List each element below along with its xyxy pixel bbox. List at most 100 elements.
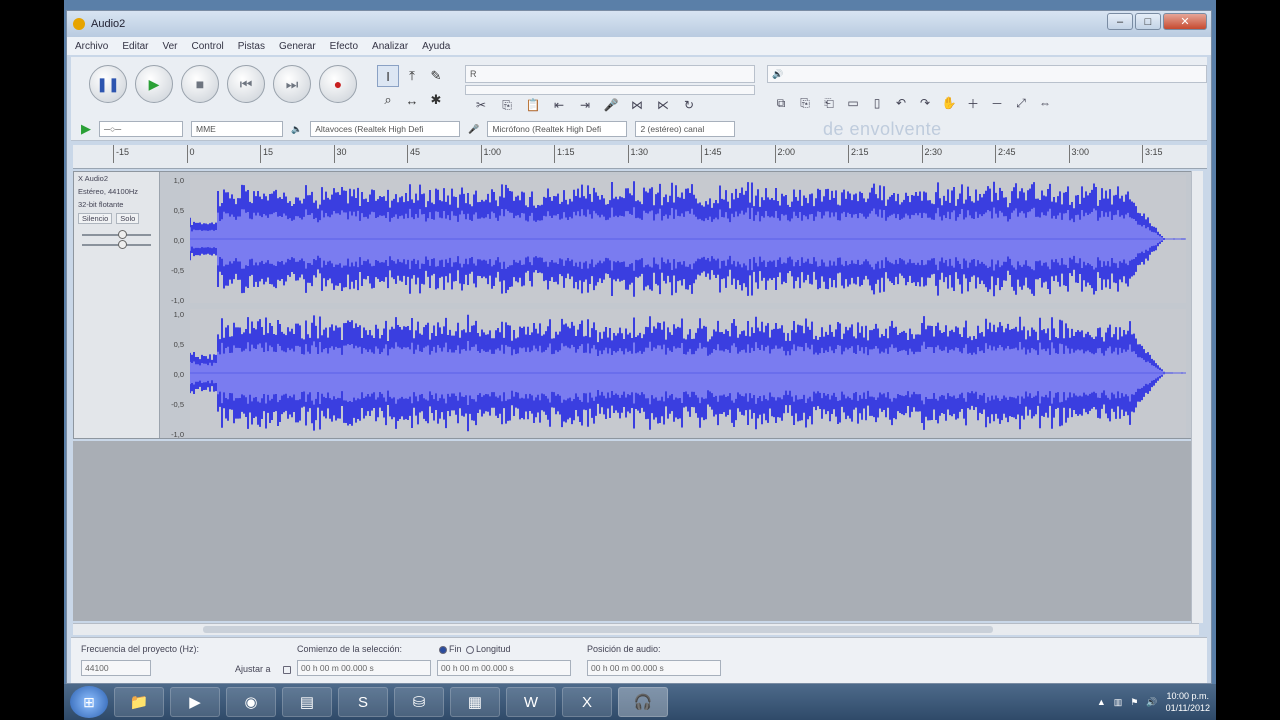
speaker-icon: 🔈 [291,123,303,134]
track-name[interactable]: X Audio2 [74,172,159,185]
snap-to-label: Ajustar a [235,664,271,674]
excel-taskbar-icon[interactable]: X [562,687,612,717]
skip-start-button[interactable]: ⏮ [227,65,265,103]
silence2-icon[interactable]: ▯ [867,93,887,113]
maximize-button[interactable]: □ [1135,13,1161,30]
notepad-taskbar-icon[interactable]: ▤ [282,687,332,717]
cut-icon[interactable]: ✂ [471,95,491,115]
play-button[interactable]: ▶ [135,65,173,103]
pan-slider[interactable] [82,240,151,249]
recording-meter[interactable]: R [465,65,755,83]
media-player-taskbar-icon[interactable]: ▶ [170,687,220,717]
record-button[interactable]: ● [319,65,357,103]
timeshift-tool-icon[interactable]: ↔ [401,89,423,111]
envelope-tool-icon[interactable]: ⤒ [401,65,423,87]
waveform-right-channel[interactable] [190,309,1186,437]
speed-slider[interactable]: ─○─ [99,121,183,137]
project-rate-label: Frecuencia del proyecto (Hz): [81,644,200,654]
skip-end-button[interactable]: ⏭ [273,65,311,103]
solo-button[interactable]: Solo [116,213,140,224]
waveform-left-channel[interactable] [190,175,1186,303]
silence-icon[interactable]: ⇥ [575,95,595,115]
menu-archivo[interactable]: Archivo [75,41,108,52]
minimize-button[interactable]: – [1107,13,1133,30]
menu-ayuda[interactable]: Ayuda [422,41,450,52]
selection-start-time[interactable]: 00 h 00 m 00.000 s [297,660,431,676]
firefox-taskbar-icon[interactable]: ◉ [226,687,276,717]
menu-analizar[interactable]: Analizar [372,41,408,52]
stop-button[interactable]: ■ [181,65,219,103]
end-radio-label: Fin [449,644,462,654]
redo-icon[interactable]: ↷ [915,93,935,113]
skype-taskbar-icon[interactable]: S [338,687,388,717]
menu-generar[interactable]: Generar [279,41,316,52]
mute-button[interactable]: Silencio [78,213,113,224]
audacity-taskbar-icon[interactable]: 🎧 [618,687,668,717]
play-at-speed-icon[interactable]: ▶ [81,121,91,137]
paste2-icon[interactable]: ⎗ [819,93,839,113]
zoom-out-icon[interactable]: － [987,93,1007,113]
length-radio[interactable] [466,645,475,654]
audio-position-time[interactable]: 00 h 00 m 00.000 s [587,660,721,676]
pause-button[interactable]: ❚❚ [89,65,127,103]
output-device-select[interactable]: Altavoces (Realtek High Defi [310,121,461,137]
toolbar-area: ❚❚ ▶ ■ ⏮ ⏭ ● I ⤒ ✎ ⌕ ↔ ✱ R 🔊 ✂ ⎘ 📋 ⇤ ⇥ 🎤 ⋈ ⋉ ↻ ⧉ ⎘… [71,57,1207,141]
copy-icon[interactable]: ⎘ [497,95,517,115]
multi-tool-icon[interactable]: ✱ [425,89,447,111]
paste-icon[interactable]: 📋 [523,95,543,115]
selection-end-time[interactable]: 00 h 00 m 00.000 s [437,660,571,676]
tray-volume-icon[interactable]: 🔊 [1146,697,1157,708]
fit-project-icon[interactable]: ⇔ [1035,93,1055,113]
vertical-scrollbar[interactable] [1191,171,1203,623]
title-bar[interactable]: Audio2 – □ ✕ [67,11,1211,37]
tray-flag-icon[interactable]: ⚑ [1130,697,1138,708]
zoom-tool-icon[interactable]: ⌕ [377,89,399,111]
word-taskbar-icon[interactable]: W [506,687,556,717]
amplitude-tick: 0,5 [173,340,184,349]
menu-editar[interactable]: Editar [122,41,148,52]
tray-network-icon[interactable]: ▥ [1114,697,1123,708]
menu-pistas[interactable]: Pistas [238,41,265,52]
tray-arrow-icon[interactable]: ▲ [1097,697,1106,707]
selection-tool-icon[interactable]: I [377,65,399,87]
start-button[interactable]: ⊞ [70,686,108,718]
undo-icon[interactable]: ↶ [891,93,911,113]
copy2-icon[interactable]: ⎘ [795,93,815,113]
menu-efecto[interactable]: Efecto [330,41,358,52]
network-taskbar-icon[interactable]: ⛁ [394,687,444,717]
mic-icon[interactable]: 🎤 [601,95,621,115]
windows-taskbar: ⊞ 📁 ▶ ◉ ▤ S ⛁ ▦ W X 🎧 ▲ ▥ ⚑ 🔊 10:00 p.m.… [64,684,1216,720]
ruler-tick: 1:15 [554,145,575,163]
menu-ver[interactable]: Ver [162,41,177,52]
menu-control[interactable]: Control [192,41,224,52]
join-icon[interactable]: ⋉ [653,95,673,115]
input-device-select[interactable]: Micrófono (Realtek High Defi [487,121,628,137]
loop-icon[interactable]: ↻ [679,95,699,115]
trim2-icon[interactable]: ▭ [843,93,863,113]
fit-selection-icon[interactable]: ⤢ [1011,93,1031,113]
amplitude-tick: -1,0 [171,296,184,305]
host-select[interactable]: MME [191,121,283,137]
horizontal-scrollbar[interactable] [73,623,1199,635]
split-icon[interactable]: ⋈ [627,95,647,115]
channels-select[interactable]: 2 (estéreo) canal [635,121,736,137]
folder-taskbar-icon[interactable]: ▦ [450,687,500,717]
clock-date: 01/11/2012 [1165,703,1210,713]
close-button[interactable]: ✕ [1163,13,1207,30]
trim-icon[interactable]: ⇤ [549,95,569,115]
hand-icon[interactable]: ✋ [939,93,959,113]
mixer-toolbar[interactable]: 🔊 [767,65,1207,83]
clock-time: 10:00 p.m. [1166,691,1210,701]
timeline-ruler[interactable]: -15 0 15 30 45 1:00 1:15 1:30 1:45 2:00 2:15 2:30 2:… [73,145,1207,169]
project-rate-select[interactable]: 44100 [81,660,151,676]
draw-tool-icon[interactable]: ✎ [425,65,447,87]
explorer-taskbar-icon[interactable]: 📁 [114,687,164,717]
gain-slider[interactable] [82,230,151,239]
playback-meter[interactable] [465,85,755,95]
end-radio[interactable] [439,645,447,654]
snap-to-checkbox[interactable] [283,666,291,674]
system-clock[interactable]: 10:00 p.m. 01/11/2012 [1166,690,1210,714]
empty-track-area[interactable] [73,441,1199,621]
sync-icon[interactable]: ⧉ [771,93,791,113]
zoom-in-icon[interactable]: ＋ [963,93,983,113]
